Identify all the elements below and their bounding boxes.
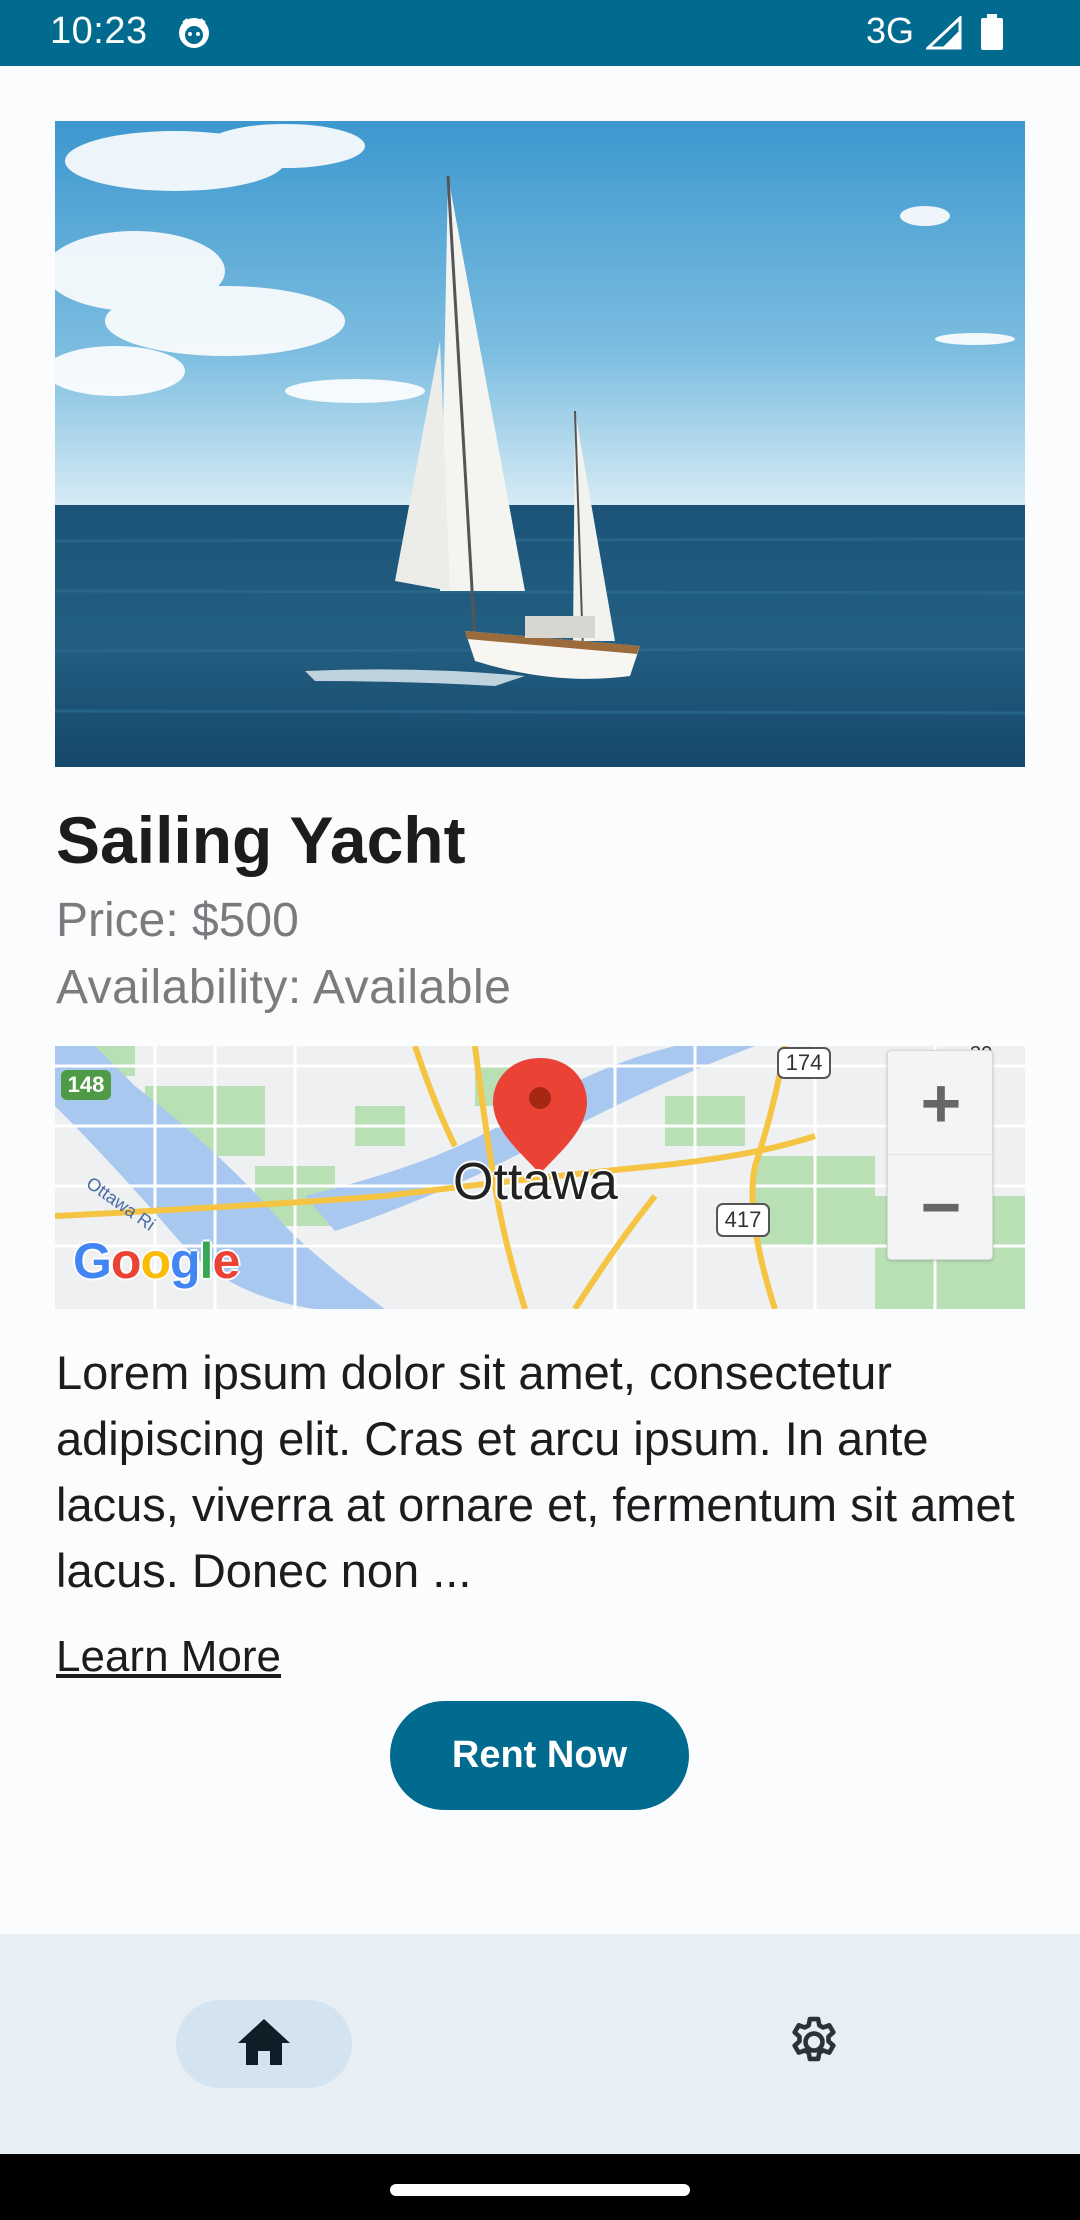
status-time: 10:23 (50, 10, 148, 52)
map-zoom-controls: + − (887, 1050, 994, 1260)
zoom-out-button[interactable]: − (888, 1155, 994, 1259)
battery-icon (980, 14, 1004, 50)
network-type: 3G (866, 10, 915, 51)
route-417-label: 417 (725, 1207, 762, 1232)
listing-title: Sailing Yacht (56, 803, 466, 877)
route-148-label: 148 (68, 1072, 105, 1097)
rent-now-button[interactable]: Rent Now (390, 1701, 689, 1810)
learn-more-link[interactable]: Learn More (56, 1632, 281, 1682)
gear-icon (785, 2013, 843, 2076)
status-bar: 10:23 3G (0, 0, 1080, 66)
map-city-label: Ottawa (453, 1153, 618, 1211)
nav-settings[interactable] (770, 2000, 858, 2088)
system-navigation-bar (0, 2154, 1080, 2220)
nav-home[interactable] (176, 2000, 352, 2088)
signal-icon (924, 14, 962, 50)
yacht-photo (55, 121, 1025, 767)
google-logo: Google (73, 1233, 240, 1289)
home-gesture-handle[interactable] (390, 2184, 690, 2196)
listing-availability: Availability: Available (56, 961, 512, 1014)
location-map[interactable]: 148 174 417 30 Ottawa Ri Ottawa Google +… (55, 1046, 1025, 1309)
route-174-label: 174 (786, 1050, 823, 1075)
home-icon (236, 2017, 292, 2072)
zoom-in-button[interactable]: + (888, 1051, 994, 1155)
bottom-navigation (0, 1934, 1080, 2154)
app-notification-icon (176, 14, 212, 50)
listing-price: Price: $500 (56, 894, 299, 947)
listing-description: Lorem ipsum dolor sit amet, consectetur … (56, 1346, 1015, 1597)
